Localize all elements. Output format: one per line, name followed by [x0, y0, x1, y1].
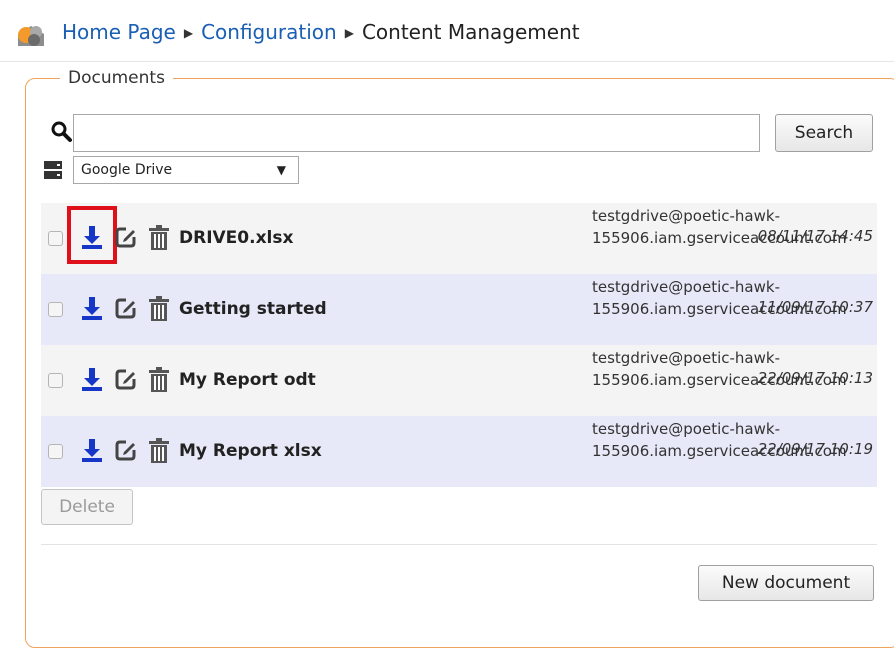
document-name-link[interactable]: My Report odt: [179, 370, 316, 390]
breadcrumb-configuration-link[interactable]: Configuration: [201, 20, 337, 44]
document-name-link[interactable]: DRIVE0.xlsx: [179, 228, 293, 248]
chevron-down-icon: ▼: [276, 163, 286, 177]
row-checkbox[interactable]: [48, 231, 63, 246]
document-date: 08/11/17 14:45: [757, 227, 873, 245]
search-input[interactable]: [73, 114, 760, 152]
breadcrumb-current: Content Management: [361, 20, 580, 44]
trash-icon[interactable]: [148, 296, 170, 322]
row-checkbox[interactable]: [48, 302, 63, 317]
document-date: 11/09/17 10:37: [757, 298, 873, 316]
table-row: DRIVE0.xlsx testgdrive@poetic-hawk-15590…: [41, 203, 877, 274]
edit-icon[interactable]: [115, 297, 137, 319]
breadcrumb-home-link[interactable]: Home Page: [62, 20, 176, 44]
breadcrumb-separator: ▶: [183, 26, 194, 40]
storage-select[interactable]: Google Drive ▼: [73, 156, 299, 184]
download-icon[interactable]: [81, 296, 103, 320]
document-date: 22/09/17 10:19: [757, 440, 873, 458]
row-checkbox[interactable]: [48, 373, 63, 388]
edit-icon[interactable]: [115, 439, 137, 461]
app-logo-icon: [18, 26, 44, 46]
new-document-button[interactable]: New document: [698, 565, 874, 601]
edit-icon[interactable]: [115, 368, 137, 390]
search-button[interactable]: Search: [775, 114, 873, 152]
divider: [41, 544, 877, 545]
breadcrumb: Home Page ▶ Configuration ▶ Content Manageme…: [62, 20, 580, 44]
delete-button[interactable]: Delete: [41, 489, 133, 525]
edit-icon[interactable]: [115, 226, 137, 248]
documents-legend: Documents: [68, 68, 165, 88]
document-date: 22/09/17 10:13: [757, 369, 873, 387]
breadcrumb-separator: ▶: [344, 26, 354, 40]
breadcrumb-bar: Home Page ▶ Configuration ▶ Content Manageme…: [0, 0, 894, 62]
table-row: Getting started testgdrive@poetic-hawk-1…: [41, 274, 877, 345]
download-icon[interactable]: [81, 367, 103, 391]
table-row: My Report xlsx testgdrive@poetic-hawk-15…: [41, 416, 877, 487]
document-name-link[interactable]: Getting started: [179, 299, 327, 319]
table-row: My Report odt testgdrive@poetic-hawk-155…: [41, 345, 877, 416]
trash-icon[interactable]: [148, 225, 170, 251]
row-checkbox[interactable]: [48, 444, 63, 459]
documents-table: DRIVE0.xlsx testgdrive@poetic-hawk-15590…: [41, 203, 877, 487]
document-name-link[interactable]: My Report xlsx: [179, 441, 322, 461]
storage-icon: [44, 161, 62, 179]
search-icon: [51, 121, 72, 142]
trash-icon[interactable]: [148, 367, 170, 393]
storage-select-value: Google Drive: [81, 162, 173, 178]
download-icon[interactable]: [81, 438, 103, 462]
highlight-box: [67, 206, 117, 264]
trash-icon[interactable]: [148, 438, 170, 464]
